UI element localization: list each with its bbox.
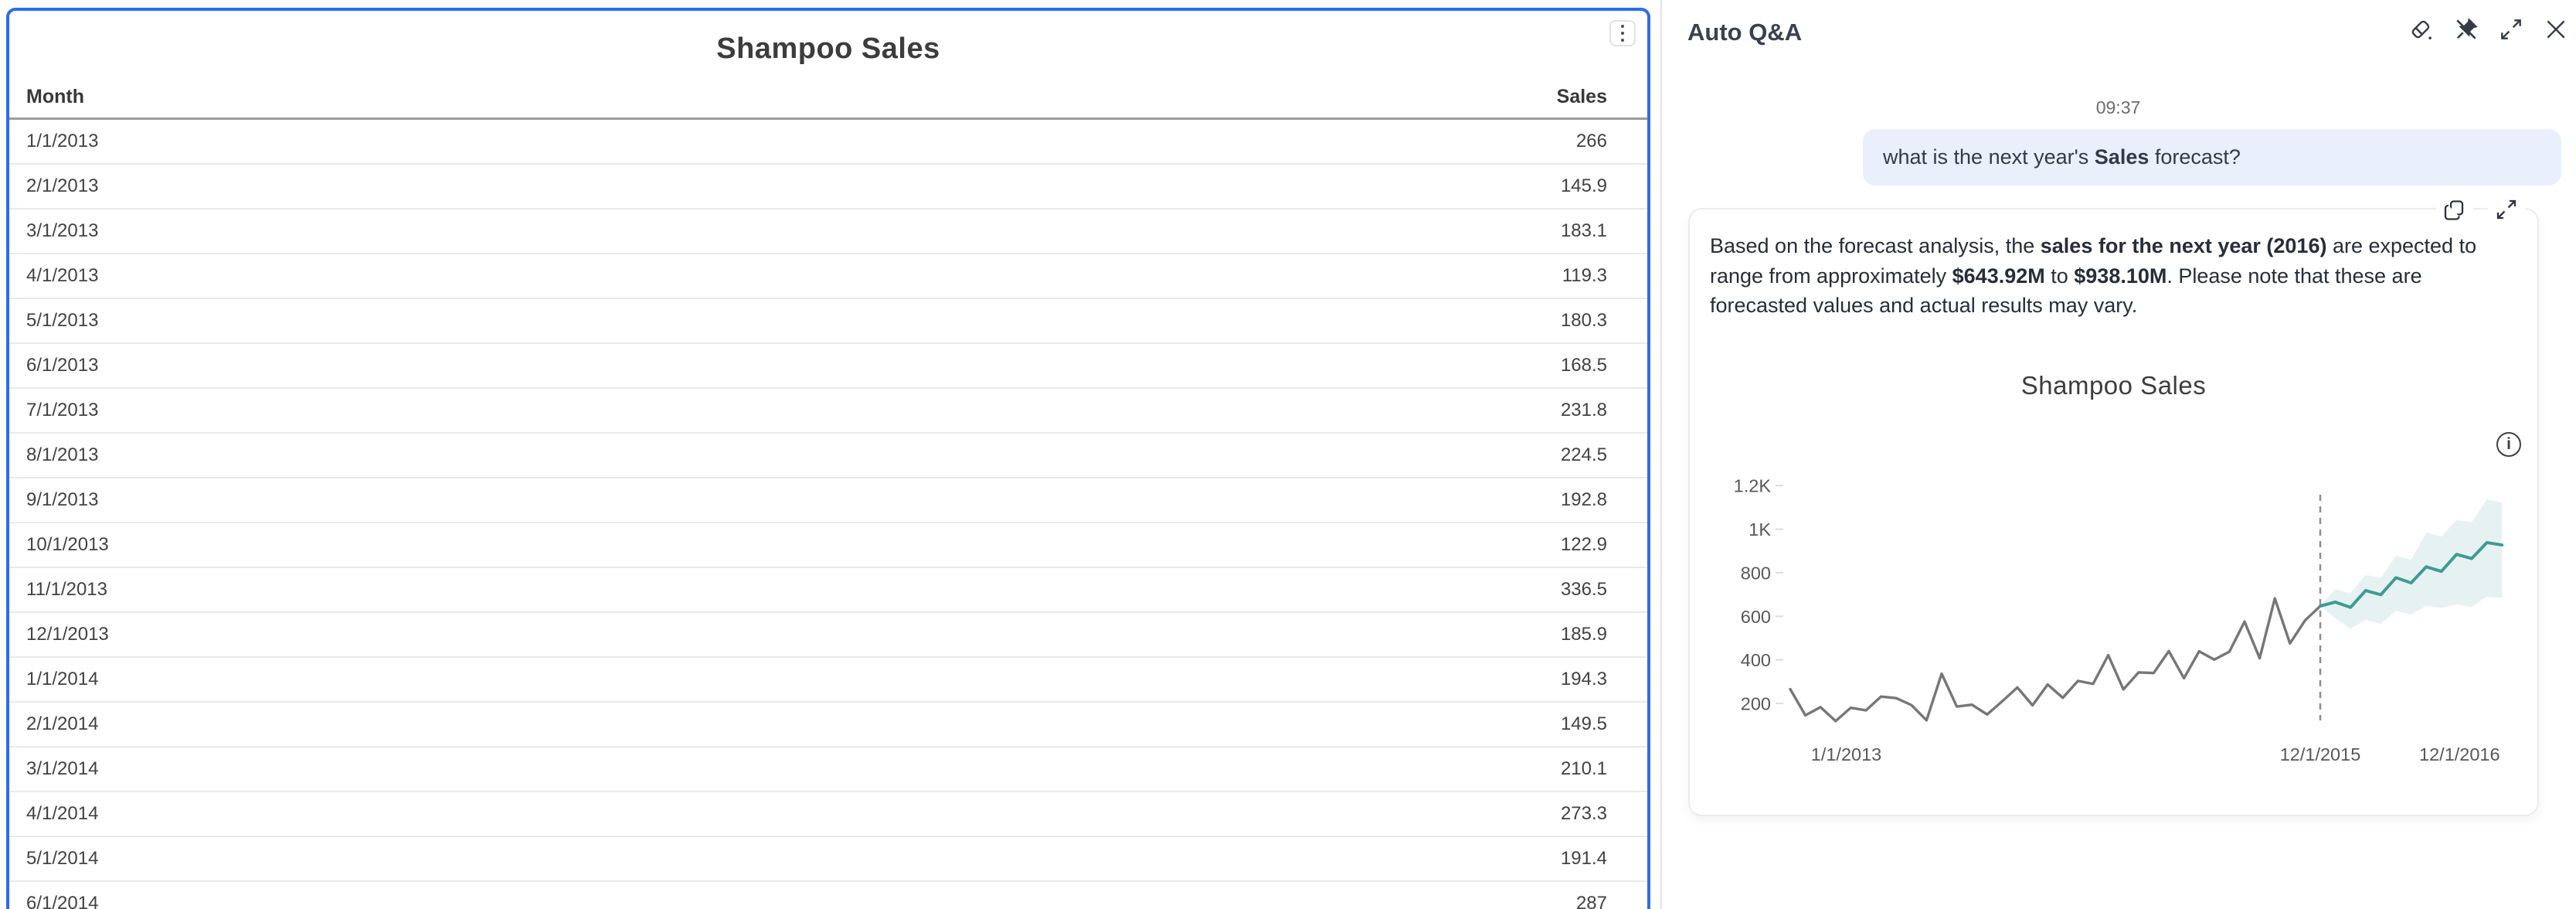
month-cell: 9/1/2013 [26,489,98,511]
sales-cell: 122.9 [1561,534,1607,556]
sales-cell: 192.8 [1561,489,1607,511]
sales-cell: 149.5 [1561,713,1607,735]
sales-cell: 119.3 [1562,265,1607,287]
table-row[interactable]: 7/1/2013 231.8 [9,389,1647,434]
expand-icon [2494,197,2519,222]
panel-header-actions [2404,12,2573,46]
report-canvas: Shampoo Sales Month Sales 1/1/2013 266 2/1… [0,0,2576,909]
month-cell: 3/1/2014 [26,758,98,780]
y-axis-tick-label: 400 [1741,650,1771,670]
table-row[interactable]: 4/1/2013 119.3 [9,254,1647,299]
panel-divider [1660,0,1662,909]
sales-cell: 194.3 [1561,669,1607,690]
sales-cell: 336.5 [1561,579,1607,601]
expand-icon [2498,16,2524,43]
visual-title: Shampoo Sales [9,32,1647,66]
forecast-chart[interactable]: 1.2K 1K 800 600 400 200 1/1/2013 12/1/2015 12/1/… [1688,451,2539,785]
month-cell: 10/1/2013 [26,534,109,556]
table-row[interactable]: 1/1/2014 194.3 [9,658,1647,703]
sales-cell: 287 [1576,893,1607,909]
month-cell: 8/1/2013 [26,444,98,466]
question-text: what is the next year's Sales forecast? [1883,145,2241,169]
sales-cell: 145.9 [1561,175,1607,197]
answer-text: Based on the forecast analysis, the sale… [1710,231,2517,321]
confidence-band [2320,499,2502,629]
column-header-sales[interactable]: Sales [1557,86,1607,108]
month-cell: 5/1/2014 [26,848,98,870]
chat-timestamp: 09:37 [1660,97,2576,118]
sales-cell: 231.8 [1561,400,1607,421]
copy-icon [2442,198,2467,223]
expand-panel-button[interactable] [2494,12,2528,46]
month-cell: 6/1/2014 [26,893,98,909]
question-bubble: what is the next year's Sales forecast? [1863,129,2561,186]
sales-cell: 266 [1576,131,1607,152]
visual-more-options-button[interactable] [1609,20,1636,46]
month-cell: 1/1/2013 [26,131,98,152]
pin-off-icon [2453,16,2479,43]
clear-chat-button[interactable] [2404,12,2438,46]
month-cell: 1/1/2014 [26,669,98,690]
sales-cell: 224.5 [1561,444,1607,466]
table-row[interactable]: 2/1/2014 149.5 [9,703,1647,747]
table-visual[interactable]: Shampoo Sales Month Sales 1/1/2013 266 2/1… [6,8,1650,909]
month-cell: 12/1/2013 [26,624,109,645]
y-axis-tick-label: 800 [1741,563,1771,583]
column-header-month[interactable]: Month [26,86,84,108]
y-axis-tick-label: 600 [1741,607,1771,627]
sales-cell: 168.5 [1561,355,1607,376]
table-row[interactable]: 5/1/2013 180.3 [9,299,1647,344]
sales-cell: 183.1 [1561,220,1607,242]
month-cell: 4/1/2014 [26,803,98,825]
close-panel-button[interactable] [2539,12,2573,46]
eraser-icon [2408,16,2435,43]
x-axis-tick-label: 12/1/2016 [2419,744,2500,764]
y-axis-tick-label: 1.2K [1734,476,1772,496]
month-cell: 4/1/2013 [26,265,98,287]
sales-cell: 273.3 [1561,803,1607,825]
panel-title: Auto Q&A [1687,19,1802,46]
actual-line [1790,598,2320,721]
copy-answer-button[interactable] [2436,192,2473,229]
table-row[interactable]: 10/1/2013 122.9 [9,523,1647,568]
table-body: 1/1/2013 266 2/1/2013 145.9 3/1/2013 183.1 4/1… [9,120,1647,909]
table-row[interactable]: 12/1/2013 185.9 [9,613,1647,658]
table-row[interactable]: 6/1/2014 287 [9,882,1647,909]
table-row[interactable]: 6/1/2013 168.5 [9,344,1647,389]
month-cell: 7/1/2013 [26,400,98,421]
table-row[interactable]: 1/1/2013 266 [9,120,1647,165]
sales-cell: 180.3 [1561,310,1607,332]
close-icon [2543,16,2569,43]
table-row[interactable]: 8/1/2013 224.5 [9,434,1647,478]
table-row[interactable]: 3/1/2013 183.1 [9,209,1647,254]
sales-cell: 185.9 [1561,624,1607,645]
table-row[interactable]: 9/1/2013 192.8 [9,478,1647,523]
y-axis-tick-label: 1K [1748,519,1771,540]
month-cell: 2/1/2013 [26,175,98,197]
expand-answer-button[interactable] [2488,191,2525,228]
table-row[interactable]: 2/1/2013 145.9 [9,165,1647,209]
y-axis-tick-label: 200 [1741,694,1771,714]
chart-title: Shampoo Sales [1688,371,2539,400]
table-row[interactable]: 3/1/2014 210.1 [9,747,1647,792]
sales-cell: 191.4 [1561,848,1607,870]
table-row[interactable]: 5/1/2014 191.4 [9,837,1647,882]
unpin-button[interactable] [2449,12,2483,46]
month-cell: 6/1/2013 [26,355,98,376]
month-cell: 5/1/2013 [26,310,98,332]
sales-cell: 210.1 [1561,758,1607,780]
month-cell: 11/1/2013 [26,579,107,601]
table-row[interactable]: 4/1/2014 273.3 [9,792,1647,837]
x-axis-tick-label: 12/1/2015 [2280,744,2361,764]
x-axis-tick-label: 1/1/2013 [1811,744,1881,764]
month-cell: 3/1/2013 [26,220,98,242]
table-row[interactable]: 11/1/2013 336.5 [9,568,1647,613]
kebab-menu-icon [1621,25,1624,42]
table-header-row: Month Sales [9,77,1647,120]
month-cell: 2/1/2014 [26,713,98,735]
